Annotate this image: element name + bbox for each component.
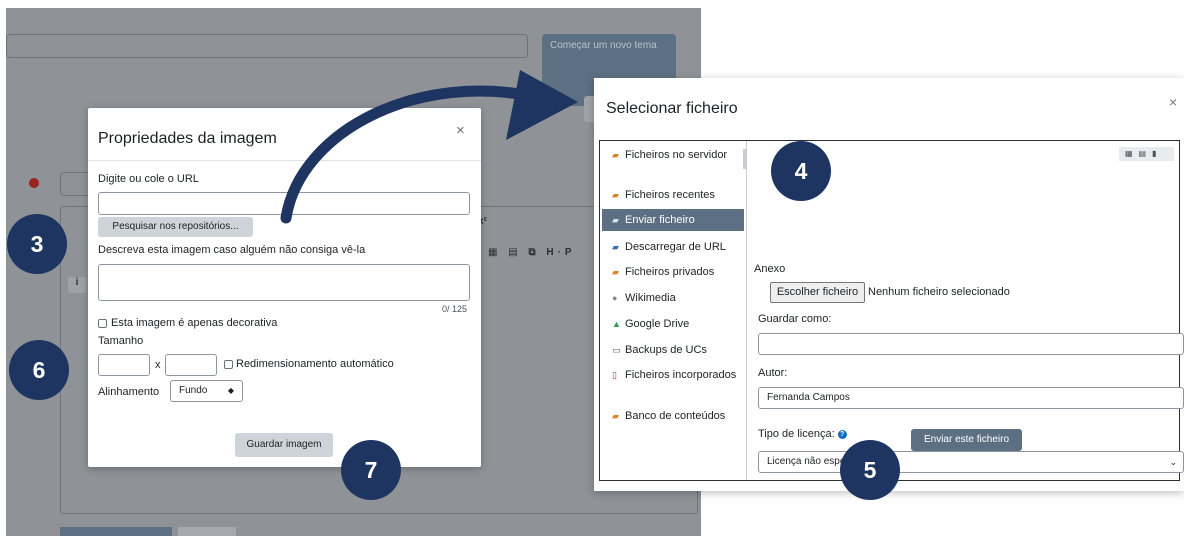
repo-item-upload-file[interactable]: ▰ Enviar ficheiro xyxy=(602,209,744,231)
repo-item-recent-files[interactable]: ▰ Ficheiros recentes xyxy=(602,189,744,202)
size-separator: x xyxy=(155,359,161,371)
step-badge-7: 7 xyxy=(341,440,401,500)
auto-resize-checkbox[interactable] xyxy=(224,360,233,369)
repo-label: Descarregar de URL xyxy=(625,241,726,253)
file-picker-dialog: Selecionar ficheiro × ▰ Ficheiros no serv… xyxy=(594,78,1184,491)
repo-item-google-drive[interactable]: ▲ Google Drive xyxy=(602,318,744,331)
image-properties-dialog: Propriedades da imagem × Digite ou cole … xyxy=(88,108,481,467)
height-input[interactable] xyxy=(165,354,217,376)
cancel-button xyxy=(178,527,236,536)
author-label: Autor: xyxy=(758,367,788,379)
help-icon[interactable]: ? xyxy=(837,429,847,439)
repo-item-wikimedia[interactable]: ● Wikimedia xyxy=(602,292,744,305)
folder-icon: ▰ xyxy=(612,267,619,277)
alignment-label: Alinhamento xyxy=(98,386,160,398)
alignment-select[interactable]: Fundo ◆ xyxy=(170,380,243,402)
char-counter: 0/ 125 xyxy=(442,304,468,314)
repo-item-embedded-files[interactable]: ▯ Ficheiros incorporados xyxy=(602,369,744,382)
chevron-down-icon: ⌄ xyxy=(1169,457,1177,467)
repo-label: Banco de conteúdos xyxy=(625,410,726,422)
repo-label: Wikimedia xyxy=(625,292,676,304)
repo-label: Google Drive xyxy=(625,318,690,330)
license-select[interactable]: Licença não especificada ⌄ xyxy=(758,451,1184,473)
file-picker-body: ▰ Ficheiros no servidor ▰ Ficheiros recent… xyxy=(599,140,1184,481)
folder-icon: ▰ xyxy=(612,150,619,160)
step-badge-4: 4 xyxy=(771,141,831,201)
choose-file-button[interactable]: Escolher ficheiro xyxy=(770,282,865,303)
file-icon: ▯ xyxy=(612,370,617,380)
width-input[interactable] xyxy=(98,354,150,376)
select-arrows-icon: ◆ xyxy=(227,386,234,395)
save-as-label: Guardar como: xyxy=(758,313,832,325)
upload-file-button[interactable]: Enviar este ficheiro xyxy=(911,429,1022,451)
repo-item-url-download[interactable]: ▰ Descarregar de URL xyxy=(602,241,744,254)
author-input[interactable]: Fernanda Campos xyxy=(758,387,1184,409)
required-error-icon xyxy=(29,178,39,188)
url-label: Digite ou cole o URL xyxy=(98,173,199,185)
repo-item-course-backups[interactable]: ▭ Backups de UCs xyxy=(602,344,744,357)
download-icon: ▰ xyxy=(612,242,619,252)
browse-repositories-button[interactable]: Pesquisar nos repositórios... xyxy=(98,217,253,237)
alignment-value: Fundo xyxy=(179,385,208,396)
alt-text-textarea[interactable] xyxy=(98,264,470,301)
view-mode-icons[interactable]: ▦▤▮ xyxy=(1119,147,1174,161)
decorative-checkbox[interactable] xyxy=(98,319,107,328)
accessibility-info-icon: i xyxy=(68,277,86,293)
repo-label: Ficheiros privados xyxy=(625,266,715,278)
topic-subject-input xyxy=(6,34,528,58)
folder-icon: ▰ xyxy=(612,190,619,200)
license-label-text: Tipo de licença: xyxy=(758,428,835,440)
dialog-title: Propriedades da imagem xyxy=(98,130,277,147)
no-file-selected-text: Nenhum ficheiro selecionado xyxy=(868,286,1010,298)
step-badge-3: 3 xyxy=(7,214,67,274)
new-topic-button: Começar um novo tema xyxy=(542,34,676,78)
sidebar-scrollbar[interactable] xyxy=(743,149,747,169)
repo-item-server-files[interactable]: ▰ Ficheiros no servidor xyxy=(602,149,744,162)
background-field xyxy=(60,172,90,196)
repo-label: Enviar ficheiro xyxy=(625,214,695,226)
wikimedia-icon: ● xyxy=(612,293,618,303)
close-icon[interactable]: × xyxy=(456,122,465,139)
license-label: Tipo de licença:? xyxy=(758,428,847,440)
save-image-button[interactable]: Guardar imagem xyxy=(235,433,333,457)
alt-text-label: Descreva esta imagem caso alguém não con… xyxy=(98,244,366,256)
repo-label: Ficheiros no servidor xyxy=(625,149,728,161)
divider xyxy=(88,160,481,161)
close-icon[interactable]: × xyxy=(1169,94,1177,110)
repo-label: Ficheiros incorporados xyxy=(625,369,737,381)
url-input[interactable] xyxy=(98,192,470,215)
attachment-label: Anexo xyxy=(754,263,786,275)
dialog-title: Selecionar ficheiro xyxy=(606,100,738,117)
google-drive-icon: ▲ xyxy=(612,319,621,329)
backup-icon: ▭ xyxy=(612,345,621,355)
repo-item-private-files[interactable]: ▰ Ficheiros privados xyxy=(602,266,744,279)
save-as-input[interactable] xyxy=(758,333,1184,355)
editor-toolbar-icons: ▦ ▤ ⧉ H·P xyxy=(488,247,576,258)
repo-item-content-bank[interactable]: ▰ Banco de conteúdos xyxy=(602,410,744,423)
post-button xyxy=(60,527,172,536)
upload-icon: ▰ xyxy=(612,215,619,225)
auto-resize-label: Redimensionamento automático xyxy=(236,358,394,370)
repo-label: Backups de UCs xyxy=(625,344,707,356)
repository-list: ▰ Ficheiros no servidor ▰ Ficheiros recent… xyxy=(600,141,747,480)
step-badge-5: 5 xyxy=(840,440,900,500)
repo-label: Ficheiros recentes xyxy=(625,189,715,201)
step-badge-6: 6 xyxy=(9,340,69,400)
size-label: Tamanho xyxy=(98,335,144,347)
folder-icon: ▰ xyxy=(612,411,619,421)
decorative-label: Esta imagem é apenas decorativa xyxy=(111,317,278,329)
